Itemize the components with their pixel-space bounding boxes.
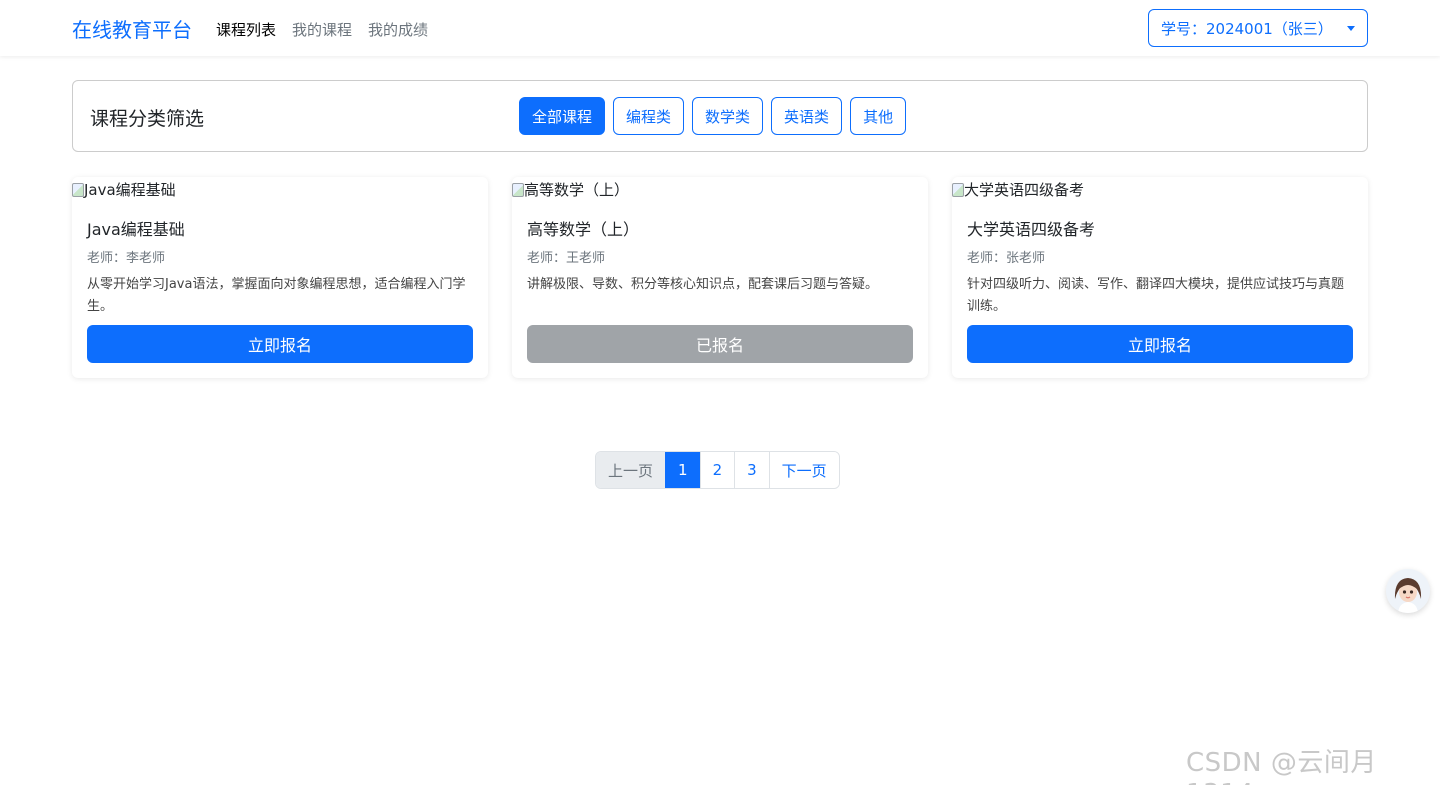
- category-filter-panel: 课程分类筛选 全部课程 编程类 数学类 英语类 其他: [72, 80, 1368, 152]
- course-title: Java编程基础: [87, 220, 185, 239]
- course-image: Java编程基础: [72, 179, 176, 200]
- course-image-alt: 高等数学（上）: [524, 181, 630, 199]
- course-card: 大学英语四级备考 大学英语四级备考 老师：张老师 针对四级听力、阅读、写作、翻译…: [952, 177, 1368, 378]
- course-description: 讲解极限、导数、积分等核心知识点，配套课后习题与答疑。: [527, 277, 879, 292]
- pagination: 上一页 1 2 3 下一页: [595, 451, 840, 489]
- enroll-button[interactable]: 立即报名: [87, 325, 473, 363]
- filter-title: 课程分类筛选: [90, 108, 205, 130]
- watermark: CSDN @云间月1314: [1186, 748, 1377, 785]
- assistant-avatar-icon[interactable]: [1386, 569, 1430, 613]
- course-image: 高等数学（上）: [512, 179, 629, 200]
- user-dropdown[interactable]: 学号：2024001（张三）: [1148, 9, 1368, 47]
- filter-other-button[interactable]: 其他: [850, 97, 907, 135]
- course-description: 针对四级听力、阅读、写作、翻译四大模块，提供应试技巧与真题训练。: [967, 277, 1345, 314]
- course-description: 从零开始学习Java语法，掌握面向对象编程思想，适合编程入门学生。: [87, 277, 466, 314]
- nav-link-my-courses[interactable]: 我的课程: [292, 19, 352, 40]
- enrolled-button: 已报名: [527, 325, 913, 363]
- course-image: 大学英语四级备考: [952, 179, 1084, 200]
- course-teacher: 老师：张老师: [967, 251, 1046, 266]
- filter-math-button[interactable]: 数学类: [692, 97, 764, 135]
- pagination-prev: 上一页: [596, 452, 666, 488]
- course-teacher: 老师：李老师: [87, 251, 166, 266]
- nav-link-my-grades[interactable]: 我的成绩: [368, 19, 428, 40]
- caret-down-icon: [1347, 26, 1355, 31]
- course-card: 高等数学（上） 高等数学（上） 老师：王老师 讲解极限、导数、积分等核心知识点，…: [512, 177, 928, 378]
- filter-english-button[interactable]: 英语类: [771, 97, 843, 135]
- course-title: 高等数学（上）: [527, 220, 640, 239]
- pagination-page-2[interactable]: 2: [699, 452, 735, 488]
- broken-image-icon: [512, 182, 524, 197]
- nav-links: 课程列表 我的课程 我的成绩: [216, 19, 428, 40]
- filter-programming-button[interactable]: 编程类: [613, 97, 685, 135]
- pagination-page-1[interactable]: 1: [665, 452, 700, 488]
- navbar: 在线教育平台 课程列表 我的课程 我的成绩 学号：2024001（张三）: [0, 0, 1440, 56]
- course-card-list: Java编程基础 Java编程基础 老师：李老师 从零开始学习Java语法，掌握…: [72, 177, 1368, 378]
- course-image-alt: 大学英语四级备考: [964, 181, 1085, 199]
- filter-button-group: 全部课程 编程类 数学类 英语类 其他: [519, 97, 907, 135]
- enroll-button[interactable]: 立即报名: [967, 325, 1353, 363]
- brand-logo[interactable]: 在线教育平台: [72, 14, 192, 43]
- broken-image-icon: [72, 182, 84, 197]
- course-image-alt: Java编程基础: [84, 181, 176, 199]
- course-teacher: 老师：王老师: [527, 251, 606, 266]
- broken-image-icon: [952, 182, 964, 197]
- pagination-page-3[interactable]: 3: [734, 452, 769, 488]
- course-card: Java编程基础 Java编程基础 老师：李老师 从零开始学习Java语法，掌握…: [72, 177, 488, 378]
- nav-link-course-list[interactable]: 课程列表: [216, 19, 276, 40]
- course-title: 大学英语四级备考: [967, 220, 1096, 239]
- user-dropdown-label: 学号：2024001（张三）: [1161, 19, 1333, 38]
- filter-all-button[interactable]: 全部课程: [519, 97, 606, 135]
- pagination-next[interactable]: 下一页: [768, 452, 839, 488]
